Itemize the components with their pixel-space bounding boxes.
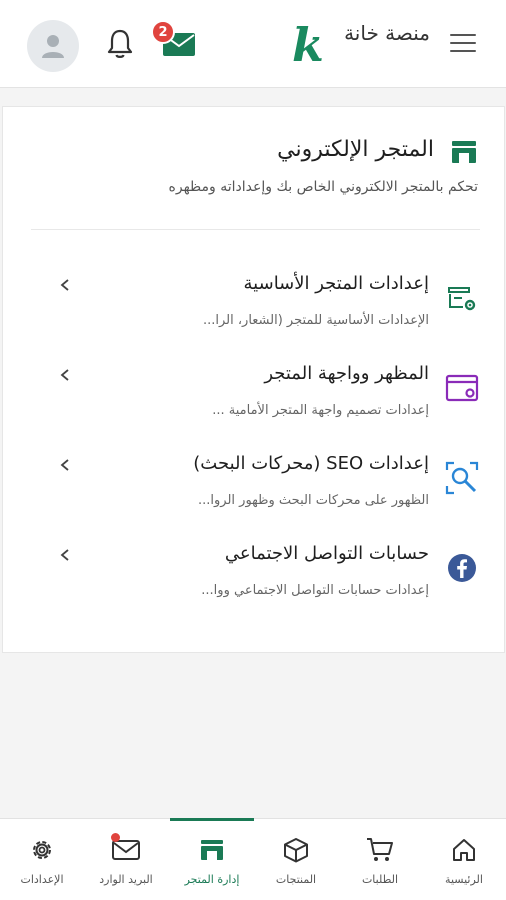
bottom-navigation: الإعدادات البريد الوارد إدارة المتجر الم… — [0, 818, 506, 900]
settings-item-seo[interactable]: إعدادات SEO (محركات البحث) الظهور على مح… — [43, 453, 483, 523]
mail-icon — [111, 833, 141, 865]
nav-item-orders[interactable]: الطلبات — [338, 819, 422, 900]
nav-label: الطلبات — [361, 873, 399, 886]
home-icon — [449, 835, 479, 865]
item-title: المظهر وواجهة المتجر — [264, 363, 429, 384]
logo-letter: k — [292, 18, 324, 72]
top-header: 2 k منصة خانة — [0, 0, 506, 88]
store-settings-card: المتجر الإلكتروني تحكم بالمتجر الالكترون… — [2, 106, 505, 653]
store-icon — [197, 835, 227, 865]
card-header: المتجر الإلكتروني — [58, 137, 478, 167]
bell-icon — [107, 29, 133, 58]
nav-label: البريد الوارد — [99, 873, 153, 886]
settings-item-basic[interactable]: إعدادات المتجر الأساسية الإعدادات الأساس… — [43, 273, 483, 343]
chevron-left-icon — [60, 369, 69, 381]
item-title: إعدادات SEO (محركات البحث) — [193, 453, 429, 474]
message-count-badge: 2 — [151, 20, 175, 44]
item-description: إعدادات تصميم واجهة المتجر الأمامية ... — [212, 403, 429, 418]
nav-item-home[interactable]: الرئيسية — [422, 819, 506, 900]
settings-item-social[interactable]: حسابات التواصل الاجتماعي إعدادات حسابات … — [43, 543, 483, 613]
item-description: إعدادات حسابات التواصل الاجتماعي ووا... — [201, 583, 429, 598]
nav-label: المنتجات — [275, 873, 317, 886]
seo-search-icon — [445, 461, 479, 495]
card-title: المتجر الإلكتروني — [277, 137, 434, 162]
nav-item-store-management[interactable]: إدارة المتجر — [170, 819, 254, 900]
nav-item-products[interactable]: المنتجات — [254, 819, 338, 900]
item-description: الظهور على محركات البحث وظهور الروا... — [198, 493, 429, 508]
unread-dot — [111, 833, 120, 842]
facebook-icon — [445, 551, 479, 585]
cart-icon — [365, 835, 395, 865]
box-icon — [281, 835, 311, 865]
gear-icon — [27, 835, 57, 865]
settings-item-appearance[interactable]: المظهر وواجهة المتجر إعدادات تصميم واجهة… — [43, 363, 483, 433]
item-title: حسابات التواصل الاجتماعي — [224, 543, 429, 564]
user-avatar[interactable] — [27, 20, 79, 72]
logo-text: منصة خانة — [344, 21, 430, 45]
nav-label: الرئيسية — [445, 873, 483, 886]
card-subtitle: تحكم بالمتجر الالكتروني الخاص بك وإعدادا… — [168, 179, 478, 195]
brand-logo[interactable]: k منصة خانة — [292, 18, 432, 72]
item-description: الإعدادات الأساسية للمتجر (الشعار، الرا.… — [202, 313, 429, 328]
chevron-left-icon — [60, 279, 69, 291]
nav-item-settings[interactable]: الإعدادات — [0, 819, 84, 900]
divider — [31, 229, 480, 230]
nav-label: إدارة المتجر — [184, 873, 240, 886]
store-settings-icon — [445, 281, 479, 315]
window-settings-icon — [445, 371, 479, 405]
hamburger-menu-icon[interactable] — [450, 34, 476, 56]
chevron-left-icon — [60, 549, 69, 561]
user-icon — [42, 35, 64, 58]
nav-label: الإعدادات — [20, 873, 64, 886]
chevron-left-icon — [60, 459, 69, 471]
nav-item-inbox[interactable]: البريد الوارد — [84, 819, 168, 900]
storefront-icon — [452, 141, 476, 163]
item-title: إعدادات المتجر الأساسية — [243, 273, 429, 294]
notifications-button[interactable] — [106, 28, 134, 60]
